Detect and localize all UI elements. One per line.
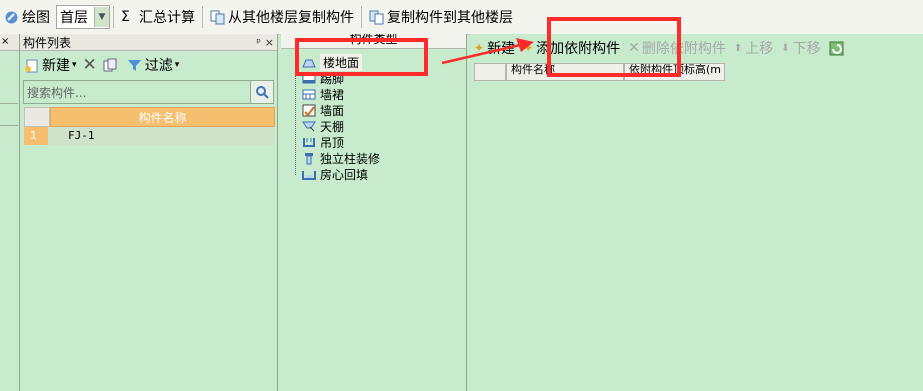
annotation-arrow-icon — [441, 38, 534, 65]
